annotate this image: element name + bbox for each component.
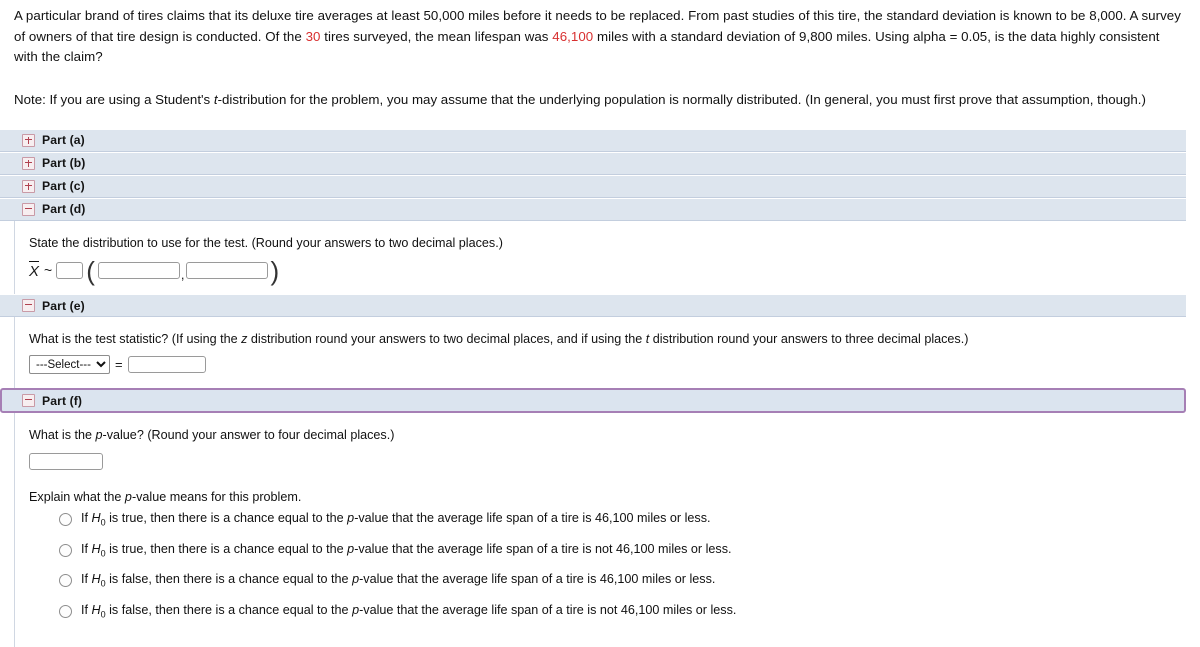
- opt4-pre: If: [81, 603, 92, 617]
- part-label-a: Part (a): [42, 133, 85, 147]
- opt1-post2: -value that the average life span of a t…: [354, 511, 710, 525]
- plus-icon[interactable]: [22, 157, 35, 170]
- distribution-param2-input[interactable]: [186, 262, 268, 279]
- radio-button-icon[interactable]: [59, 513, 72, 526]
- radio-button-icon[interactable]: [59, 544, 72, 557]
- note-suffix: -distribution for the problem, you may a…: [218, 92, 1146, 107]
- minus-icon[interactable]: [22, 299, 35, 312]
- part-label-b: Part (b): [42, 156, 85, 170]
- part-body-d: State the distribution to use for the te…: [14, 221, 1200, 295]
- part-label-d: Part (d): [42, 202, 85, 216]
- plus-icon[interactable]: [22, 134, 35, 147]
- h0-symbol: H: [92, 603, 101, 617]
- problem-statement: A particular brand of tires claims that …: [0, 0, 1200, 68]
- xbar-symbol: X: [29, 261, 39, 279]
- param-comma: ,: [181, 267, 185, 282]
- radio-option-1-label: If H0 is true, then there is a chance eq…: [81, 511, 711, 531]
- part-f-question: What is the p-value? (Round your answer …: [29, 427, 1200, 444]
- opt3-pre: If: [81, 572, 92, 586]
- radio-option-2[interactable]: If H0 is true, then there is a chance eq…: [29, 542, 1200, 562]
- part-e-question-p3: distribution round your answers to three…: [649, 332, 968, 346]
- radio-option-1[interactable]: If H0 is true, then there is a chance eq…: [29, 511, 1200, 531]
- part-header-e[interactable]: Part (e): [0, 294, 1186, 317]
- part-body-e: What is the test statistic? (If using th…: [14, 317, 1200, 388]
- part-e-question-p1: What is the test statistic? (If using th…: [29, 332, 241, 346]
- opt3-post2: -value that the average life span of a t…: [359, 572, 715, 586]
- distribution-param1-input[interactable]: [98, 262, 180, 279]
- pvalue-input[interactable]: [29, 453, 103, 470]
- opt1-pre: If: [81, 511, 92, 525]
- minus-icon[interactable]: [22, 394, 35, 407]
- explain-suffix: -value means for this problem.: [132, 490, 301, 504]
- equals-sign: =: [115, 357, 123, 372]
- part-e-question-p2: distribution round your answers to two d…: [247, 332, 645, 346]
- assumption-note: Note: If you are using a Student's t-dis…: [0, 90, 1200, 110]
- opt3-post: is false, then there is a chance equal t…: [106, 572, 352, 586]
- part-label-e: Part (e): [42, 299, 85, 313]
- tilde-symbol: ~: [44, 262, 52, 278]
- p-symbol: p: [125, 490, 132, 504]
- radio-button-icon[interactable]: [59, 605, 72, 618]
- part-f-question-prefix: What is the: [29, 428, 96, 442]
- part-body-f: What is the p-value? (Round your answer …: [14, 413, 1200, 647]
- note-prefix: Note: If you are using a Student's: [14, 92, 214, 107]
- part-header-a[interactable]: Part (a): [0, 129, 1186, 152]
- part-label-f: Part (f): [42, 394, 82, 408]
- part-e-question: What is the test statistic? (If using th…: [29, 331, 1200, 348]
- part-d-question: State the distribution to use for the te…: [29, 235, 1200, 252]
- radio-button-icon[interactable]: [59, 574, 72, 587]
- opt4-post2: -value that the average life span of a t…: [359, 603, 736, 617]
- h0-symbol: H: [92, 511, 101, 525]
- minus-icon[interactable]: [22, 203, 35, 216]
- test-statistic-row: ---Select--- =: [29, 355, 1200, 374]
- close-paren: ): [271, 262, 280, 282]
- radio-option-4-label: If H0 is false, then there is a chance e…: [81, 603, 736, 623]
- sample-size-value: 30: [306, 29, 321, 44]
- open-paren: (: [86, 262, 95, 282]
- opt2-pre: If: [81, 542, 92, 556]
- radio-option-4[interactable]: If H0 is false, then there is a chance e…: [29, 603, 1200, 623]
- sample-mean-value: 46,100: [552, 29, 593, 44]
- explain-prefix: Explain what the: [29, 490, 125, 504]
- opt2-post2: -value that the average life span of a t…: [354, 542, 731, 556]
- opt4-post: is false, then there is a chance equal t…: [106, 603, 352, 617]
- opt2-post: is true, then there is a chance equal to…: [106, 542, 348, 556]
- part-header-c[interactable]: Part (c): [0, 175, 1186, 198]
- radio-option-3[interactable]: If H0 is false, then there is a chance e…: [29, 572, 1200, 592]
- exercise-page: A particular brand of tires claims that …: [0, 0, 1200, 583]
- radio-option-2-label: If H0 is true, then there is a chance eq…: [81, 542, 732, 562]
- h0-symbol: H: [92, 572, 101, 586]
- part-label-c: Part (c): [42, 179, 85, 193]
- radio-option-3-label: If H0 is false, then there is a chance e…: [81, 572, 715, 592]
- part-f-question-suffix: -value? (Round your answer to four decim…: [103, 428, 395, 442]
- plus-icon[interactable]: [22, 180, 35, 193]
- part-header-b[interactable]: Part (b): [0, 152, 1186, 175]
- pvalue-input-row: [29, 452, 1200, 470]
- p-symbol: p: [96, 428, 103, 442]
- parts-accordion: Part (a) Part (b) Part (c) Part (d) Stat…: [0, 128, 1200, 647]
- p-symbol: p: [352, 603, 359, 617]
- opt1-post: is true, then there is a chance equal to…: [106, 511, 348, 525]
- pvalue-options-list: If H0 is true, then there is a chance eq…: [29, 511, 1200, 622]
- h0-symbol: H: [92, 542, 101, 556]
- distribution-name-input[interactable]: [56, 262, 83, 279]
- problem-text: A particular brand of tires claims that …: [14, 6, 1186, 68]
- problem-text-mid: tires surveyed, the mean lifespan was: [320, 29, 552, 44]
- explain-prompt: Explain what the p-value means for this …: [29, 490, 1200, 504]
- part-header-f[interactable]: Part (f): [0, 388, 1186, 413]
- test-statistic-select[interactable]: ---Select---: [29, 355, 110, 374]
- distribution-row: X ~ ( , ): [29, 261, 1200, 281]
- test-statistic-input[interactable]: [128, 356, 206, 373]
- part-header-d[interactable]: Part (d): [0, 198, 1186, 221]
